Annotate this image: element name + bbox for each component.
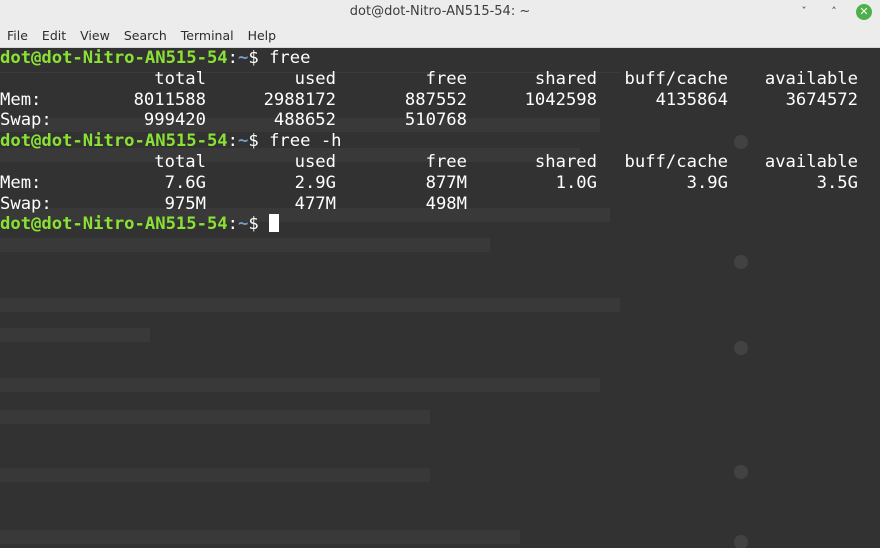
cell-value: 999420 bbox=[143, 110, 206, 131]
cell-value: 4135864 bbox=[655, 89, 728, 110]
cell-value: 3.9G bbox=[686, 172, 728, 193]
header-free: free bbox=[425, 68, 467, 89]
cell-value: 2988172 bbox=[263, 89, 336, 110]
cell-value: 1042598 bbox=[524, 89, 597, 110]
cell-value: 1.0G bbox=[555, 172, 597, 193]
table-row: Mem: 7.6G 2.9G 877M 1.0G 3.9G 3.5G bbox=[0, 173, 880, 194]
table-header: total used free shared buff/cache availa… bbox=[0, 152, 880, 173]
menu-bar: File Edit View Search Terminal Help bbox=[0, 24, 880, 48]
window-title: dot@dot-Nitro-AN515-54: ~ bbox=[349, 4, 531, 19]
header-used: used bbox=[294, 68, 336, 89]
cell-value: 488652 bbox=[273, 110, 336, 131]
prompt-user-host: dot@dot-Nitro-AN515-54 bbox=[0, 214, 228, 235]
command-text: free bbox=[269, 48, 311, 68]
cell-value: 975M bbox=[164, 193, 206, 214]
cell-value: 8011588 bbox=[133, 89, 206, 110]
cell-value: 498M bbox=[425, 193, 467, 214]
prompt-line: dot@dot-Nitro-AN515-54:~$ free -h bbox=[0, 131, 880, 152]
cell-value: 2.9G bbox=[294, 172, 336, 193]
header-available: available bbox=[764, 151, 858, 172]
header-buff-cache: buff/cache bbox=[624, 68, 728, 89]
terminal-area[interactable]: dot@dot-Nitro-AN515-54:~$ free total use… bbox=[0, 48, 880, 548]
menu-edit[interactable]: Edit bbox=[35, 28, 73, 43]
header-total: total bbox=[154, 151, 206, 172]
prompt-dollar: $ bbox=[248, 131, 270, 152]
prompt-path: ~ bbox=[238, 214, 249, 235]
cell-value: 477M bbox=[294, 193, 336, 214]
header-buff-cache: buff/cache bbox=[624, 151, 728, 172]
minimize-icon[interactable]: ˇ bbox=[796, 4, 812, 20]
prompt-colon: : bbox=[227, 48, 239, 68]
cell-value: 510768 bbox=[404, 110, 467, 131]
header-shared: shared bbox=[534, 68, 597, 89]
menu-help[interactable]: Help bbox=[241, 28, 284, 43]
row-label: Swap: bbox=[0, 193, 52, 214]
text-cursor bbox=[269, 214, 280, 233]
terminal-output: dot@dot-Nitro-AN515-54:~$ free total use… bbox=[0, 48, 880, 235]
table-row: Swap: 975M 477M 498M bbox=[0, 194, 880, 215]
prompt-path: ~ bbox=[238, 131, 249, 152]
header-used: used bbox=[294, 151, 336, 172]
close-icon[interactable]: ✕ bbox=[856, 4, 872, 20]
prompt-colon: : bbox=[227, 214, 239, 235]
menu-file[interactable]: File bbox=[0, 28, 35, 43]
prompt-dollar: $ bbox=[248, 48, 270, 68]
cell-value: 887552 bbox=[404, 89, 467, 110]
header-available: available bbox=[764, 68, 858, 89]
cell-value: 3.5G bbox=[816, 172, 858, 193]
cell-value: 7.6G bbox=[164, 172, 206, 193]
window-controls: ˇ ˄ ✕ bbox=[796, 0, 872, 24]
menu-search[interactable]: Search bbox=[117, 28, 174, 43]
prompt-line: dot@dot-Nitro-AN515-54:~$ bbox=[0, 214, 880, 235]
header-shared: shared bbox=[534, 151, 597, 172]
prompt-user-host: dot@dot-Nitro-AN515-54 bbox=[0, 131, 228, 152]
prompt-dollar: $ bbox=[248, 214, 270, 235]
menu-terminal[interactable]: Terminal bbox=[174, 28, 241, 43]
row-label: Mem: bbox=[0, 89, 42, 110]
command-text: free -h bbox=[269, 131, 342, 152]
row-label: Mem: bbox=[0, 172, 42, 193]
cell-value: 877M bbox=[425, 172, 467, 193]
table-row: Mem: 8011588 2988172 887552 1042598 4135… bbox=[0, 90, 880, 111]
header-total: total bbox=[154, 68, 206, 89]
header-free: free bbox=[425, 151, 467, 172]
prompt-user-host: dot@dot-Nitro-AN515-54 bbox=[0, 48, 228, 68]
prompt-colon: : bbox=[227, 131, 239, 152]
row-label: Swap: bbox=[0, 110, 52, 131]
table-row: Swap: 999420 488652 510768 bbox=[0, 110, 880, 131]
cell-value: 3674572 bbox=[785, 89, 858, 110]
prompt-line: dot@dot-Nitro-AN515-54:~$ free bbox=[0, 48, 880, 69]
window-titlebar: dot@dot-Nitro-AN515-54: ~ ˇ ˄ ✕ bbox=[0, 0, 880, 24]
table-header: total used free shared buff/cache availa… bbox=[0, 69, 880, 90]
maximize-icon[interactable]: ˄ bbox=[826, 4, 842, 20]
prompt-path: ~ bbox=[238, 48, 249, 68]
menu-view[interactable]: View bbox=[73, 28, 117, 43]
